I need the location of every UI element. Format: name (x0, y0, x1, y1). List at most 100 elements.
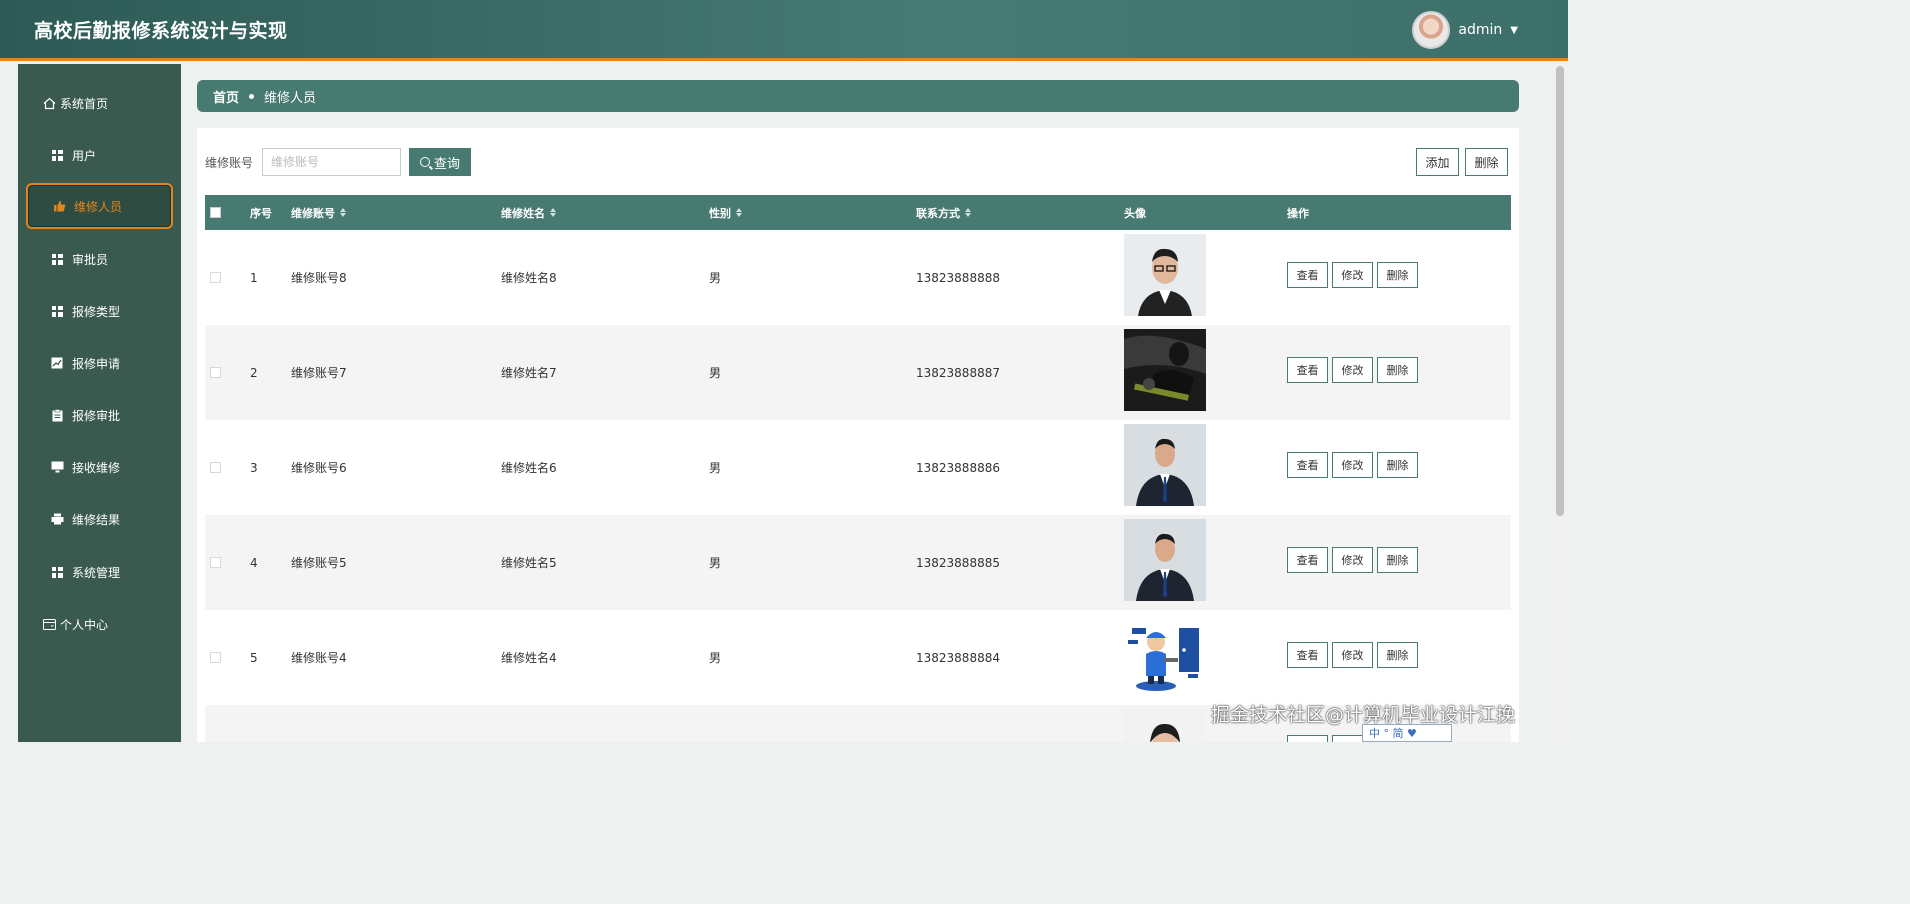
sidebar-item-repair-approval[interactable]: 报修审批 (26, 392, 173, 438)
column-header-index: 序号 (250, 206, 272, 220)
sidebar-item-label: 接收维修 (72, 460, 121, 475)
grid-icon (50, 148, 64, 162)
breadcrumb-current: 维修人员 (264, 90, 317, 106)
sidebar-item-repairers[interactable]: 维修人员 (26, 183, 173, 229)
row-checkbox[interactable] (210, 272, 221, 283)
chart-icon (50, 356, 64, 370)
ime-badge: 中 ° 简 ♥ (1362, 724, 1452, 742)
avatar[interactable] (1412, 11, 1451, 49)
sidebar: 系统首页 用户 维修人员 审批员 报修类型 报修申请 报修审批 接收维修 维修结… (18, 64, 181, 742)
sidebar-item-label: 个人中心 (60, 617, 109, 632)
row-delete-button[interactable]: 删除 (1377, 452, 1418, 478)
table-row: 3 维修账号6 维修姓名6 男 13823888886 查看 修改 删除 (205, 420, 1511, 515)
cell-account: 维修账号4 (291, 651, 347, 665)
breadcrumb-separator (249, 93, 255, 99)
row-delete-button[interactable]: 删除 (1377, 262, 1418, 288)
row-checkbox[interactable] (210, 557, 221, 568)
column-header-gender[interactable]: 性别 (709, 195, 742, 230)
page-scrollbar[interactable] (1552, 64, 1568, 742)
select-all-checkbox[interactable] (210, 207, 221, 218)
view-button[interactable]: 查看 (1287, 735, 1328, 742)
row-delete-button[interactable]: 删除 (1377, 357, 1418, 383)
column-header-account[interactable]: 维修账号 (291, 195, 346, 230)
watermark-text: 掘金技术社区@计算机毕业设计江挽 (1211, 704, 1516, 726)
cell-account: 维修账号8 (291, 271, 347, 285)
avatar-photo (1124, 329, 1206, 411)
sort-icon (550, 208, 556, 217)
breadcrumb-home[interactable]: 首页 (213, 87, 239, 106)
search-icon (419, 157, 430, 167)
cell-gender: 男 (709, 366, 722, 380)
row-checkbox[interactable] (210, 462, 221, 473)
grid-icon (50, 304, 64, 318)
sidebar-item-repair-requests[interactable]: 报修申请 (26, 340, 173, 386)
sidebar-item-label: 报修审批 (72, 408, 121, 423)
table-header: 序号 维修账号 维修姓名 性别 联系方式 头像 操作 (205, 195, 1511, 230)
cell-gender: 男 (709, 461, 722, 475)
thumb-icon (52, 199, 66, 213)
sidebar-item-label: 报修类型 (72, 304, 121, 319)
view-button[interactable]: 查看 (1287, 357, 1328, 383)
cell-index: 5 (250, 650, 258, 665)
sidebar-item-system-management[interactable]: 系统管理 (26, 549, 173, 595)
avatar-photo (1124, 234, 1206, 316)
sidebar-item-label: 系统管理 (72, 565, 121, 580)
delete-button[interactable]: 删除 (1465, 148, 1508, 176)
avatar-photo (1124, 519, 1206, 601)
column-header-name[interactable]: 维修姓名 (501, 195, 556, 230)
cell-name: 维修姓名6 (501, 461, 557, 475)
sidebar-item-personal-center[interactable]: 个人中心 (26, 601, 173, 647)
cell-name: 维修姓名4 (501, 651, 557, 665)
edit-button[interactable]: 修改 (1332, 452, 1373, 478)
cell-account: 维修账号7 (291, 366, 347, 380)
search-input[interactable] (262, 148, 401, 176)
cell-name: 维修姓名7 (501, 366, 557, 380)
chevron-down-icon[interactable]: ▼ (1510, 25, 1518, 36)
grid-icon (50, 565, 64, 579)
cell-gender: 男 (709, 271, 722, 285)
top-header: 高校后勤报修系统设计与实现 admin ▼ (0, 0, 1568, 61)
column-header-phone[interactable]: 联系方式 (916, 195, 971, 230)
cell-account: 维修账号6 (291, 461, 347, 475)
sidebar-item-label: 审批员 (72, 252, 109, 267)
view-button[interactable]: 查看 (1287, 262, 1328, 288)
edit-button[interactable]: 修改 (1332, 642, 1373, 668)
card-icon (42, 617, 56, 631)
view-button[interactable]: 查看 (1287, 452, 1328, 478)
sidebar-item-users[interactable]: 用户 (26, 132, 173, 178)
breadcrumb: 首页 维修人员 (197, 80, 1519, 112)
edit-button[interactable]: 修改 (1332, 262, 1373, 288)
cell-account: 维修账号5 (291, 556, 347, 570)
cell-phone: 13823888884 (916, 650, 1000, 665)
avatar-photo (1124, 709, 1206, 742)
view-button[interactable]: 查看 (1287, 547, 1328, 573)
cell-index: 3 (250, 460, 258, 475)
sidebar-item-repair-types[interactable]: 报修类型 (26, 288, 173, 334)
username[interactable]: admin (1458, 22, 1502, 38)
edit-button[interactable]: 修改 (1332, 547, 1373, 573)
avatar-photo (1124, 614, 1206, 696)
row-delete-button[interactable]: 删除 (1377, 642, 1418, 668)
sidebar-item-repair-results[interactable]: 维修结果 (26, 496, 173, 542)
sidebar-item-receive-repair[interactable]: 接收维修 (26, 444, 173, 490)
table-row: 5 维修账号4 维修姓名4 男 13823888884 查看 修改 删除 (205, 610, 1511, 705)
printer-icon (50, 512, 64, 526)
row-checkbox[interactable] (210, 652, 221, 663)
edit-button[interactable]: 修改 (1332, 357, 1373, 383)
cell-phone: 13823888888 (916, 270, 1000, 285)
column-header-avatar: 头像 (1124, 206, 1146, 220)
query-button[interactable]: 查询 (409, 148, 471, 176)
sidebar-item-approvers[interactable]: 审批员 (26, 236, 173, 282)
sort-icon (736, 208, 742, 217)
sidebar-item-home[interactable]: 系统首页 (26, 80, 173, 126)
grid-icon (50, 252, 64, 266)
avatar-photo (1124, 424, 1206, 506)
user-menu[interactable]: admin ▼ (1412, 11, 1518, 49)
scrollbar-thumb[interactable] (1556, 66, 1564, 516)
view-button[interactable]: 查看 (1287, 642, 1328, 668)
add-button[interactable]: 添加 (1416, 148, 1459, 176)
cell-phone: 13823888885 (916, 555, 1000, 570)
sidebar-item-label: 维修人员 (74, 199, 123, 214)
row-checkbox[interactable] (210, 367, 221, 378)
row-delete-button[interactable]: 删除 (1377, 547, 1418, 573)
